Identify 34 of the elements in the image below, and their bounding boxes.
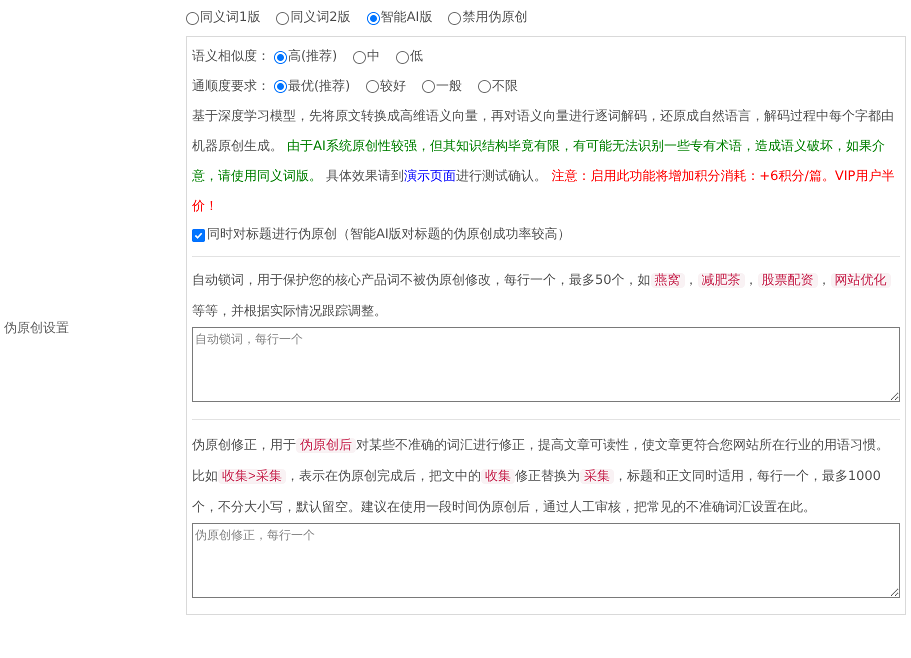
checkbox[interactable] (192, 228, 205, 242)
description-text: 基于深度学习模型，先将原文转换成高维语义向量，再对语义向量进行逐词解码，还原成自然语言，解码过程中每个字都由机器原创生成。 由于AI系统原创性较强，但其知识结构毕竟有限，有可能无法识别一些专有术语，造成语义破坏，如果介意，请使用同义词版。 具体效果请到演示页面进行测试确认。 注意：启用此功能将增加积分消耗：+6积分/篇。VIP用户半价！ (192, 108, 896, 216)
radio-option[interactable]: 高(推荐) (274, 47, 338, 67)
check-icon (194, 230, 203, 240)
radio-button[interactable] (353, 50, 366, 64)
radio-option[interactable]: 不限 (478, 76, 518, 96)
radio-button[interactable] (396, 50, 410, 64)
radio-button[interactable] (274, 80, 287, 93)
title-checkbox-option[interactable]: 同时对标题进行伪原创（智能AI版对标题的伪原创成功率较高） (192, 222, 900, 248)
radio-option[interactable]: 智能AI版 (366, 8, 432, 28)
radio-button[interactable] (366, 12, 380, 24)
radio-option[interactable]: 中 (353, 47, 380, 67)
description-text: 伪原创修正，用于 伪原创后 对某些不准确的词汇进行修正，提高文章可读性，使文章更符合您网站所在行业的用语习惯。比如 收集>采集 ，表示在伪原创完成后，把文中的 收集 修正替换为 采集 ，标题和正文同时适用，每行一个，最多1000个，不分大小写，默认留空。建议在使用一段时间伪原创后，通过人工审核，把常见的不准确词汇设置在此。 (192, 436, 890, 516)
radio-option[interactable]: 低 (396, 47, 424, 67)
radio-button[interactable] (366, 80, 380, 93)
radio-option[interactable]: 较好 (366, 76, 406, 96)
radio-button[interactable] (276, 12, 290, 24)
radio-option[interactable]: 一般 (422, 76, 462, 96)
radio-button[interactable] (448, 12, 462, 24)
field-label: 通顺度要求： (192, 78, 270, 96)
radio-option[interactable]: 同义词2版 (276, 8, 351, 28)
radio-option[interactable]: 禁用伪原创 (448, 8, 528, 28)
section-label: 伪原创设置 (3, 320, 69, 338)
description-text: 自动锁词，用于保护您的核心产品词不被伪原创修改，每行一个，最多50个，如 燕窝 ， 减肥茶 ， 股票配资 ， 网站优化 等等，并根据实际情况跟踪调整。 (192, 265, 900, 327)
radio-button[interactable] (274, 50, 287, 64)
radio-button[interactable] (422, 80, 436, 93)
demo-link[interactable]: 演示页面 (404, 169, 456, 184)
radio-option[interactable]: 同义词1版 (186, 8, 260, 28)
radio-button[interactable] (186, 12, 199, 24)
input-field[interactable]: 伪原创修正，每行一个 (192, 522, 900, 598)
radio-option[interactable]: 最优(推荐) (274, 76, 350, 96)
input-field[interactable]: 自动锁词，每行一个 (192, 327, 900, 402)
field-label: 语义相似度： (192, 48, 270, 66)
radio-button[interactable] (478, 80, 492, 93)
